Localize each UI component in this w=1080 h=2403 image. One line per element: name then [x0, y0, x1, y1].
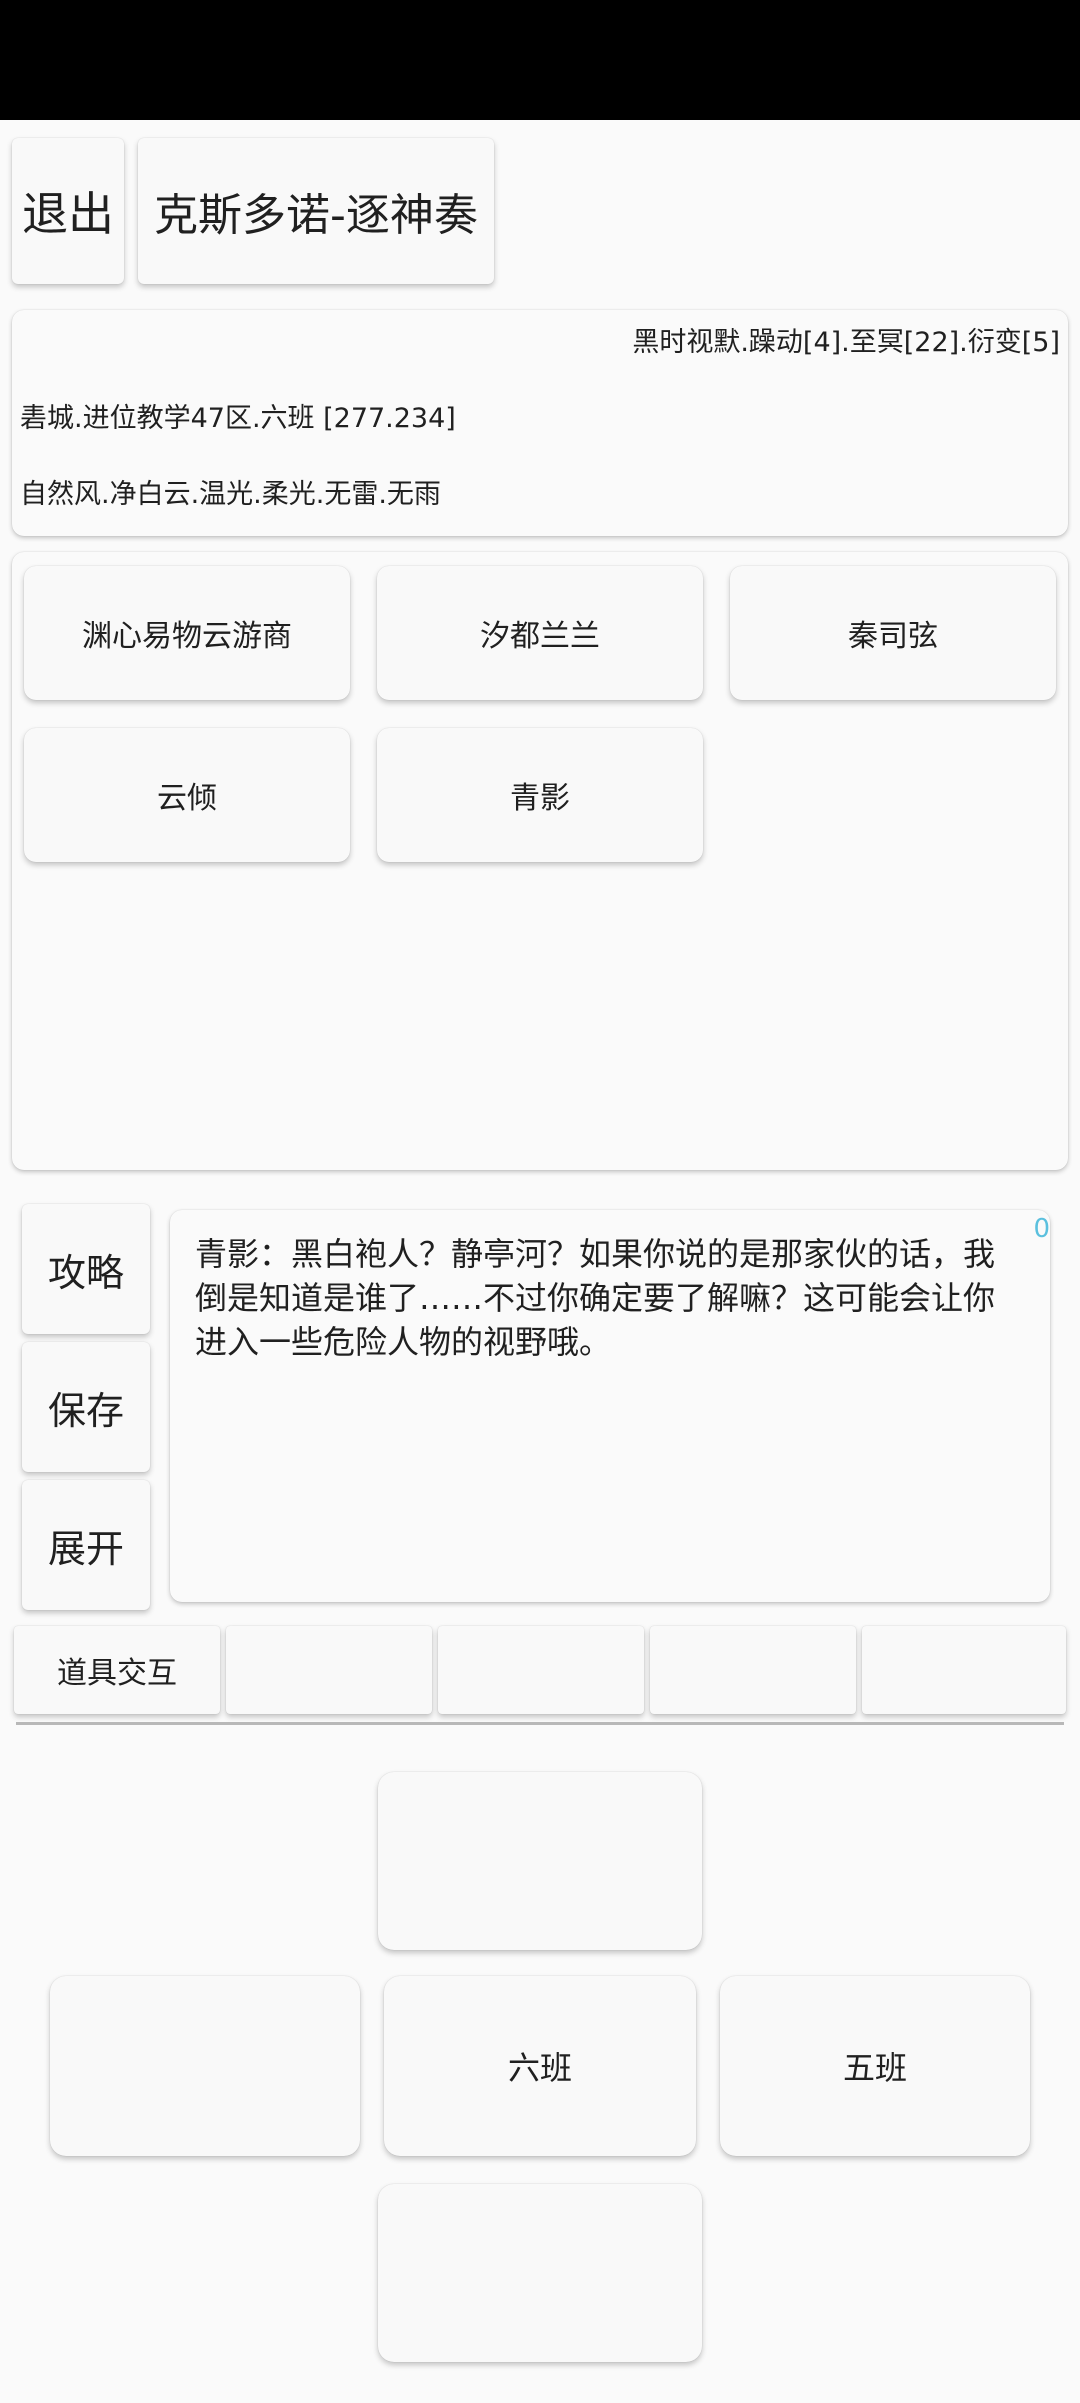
exit-button[interactable]: 退出 [12, 138, 124, 284]
npc-button[interactable]: 云倾 [24, 728, 350, 862]
npc-button[interactable]: 渊心易物云游商 [24, 566, 350, 700]
tool-slot-button[interactable] [650, 1626, 856, 1714]
save-button[interactable]: 保存 [22, 1342, 150, 1472]
dialog-text: 青影：黑白袍人？静亭河？如果你说的是那家伙的话，我倒是知道是谁了……不过你确定要… [195, 1235, 996, 1361]
weather-text: 自然风.净白云.温光.柔光.无雷.无雨 [20, 479, 441, 510]
divider [16, 1722, 1064, 1725]
npc-button[interactable]: 汐都兰兰 [377, 566, 703, 700]
status-bar [0, 0, 1080, 120]
guide-button[interactable]: 攻略 [22, 1204, 150, 1334]
tool-slot-button[interactable] [226, 1626, 432, 1714]
nav-center-button[interactable]: 六班 [384, 1976, 696, 2156]
tool-slot-button[interactable] [438, 1626, 644, 1714]
nav-east-button[interactable]: 五班 [720, 1976, 1030, 2156]
tool-slot-button[interactable] [862, 1626, 1066, 1714]
dialog-counter: 0 [1033, 1214, 1050, 1244]
item-interact-button[interactable]: 道具交互 [14, 1626, 220, 1714]
game-title-button[interactable]: 克斯多诺-逐神奏 [138, 138, 494, 284]
expand-button[interactable]: 展开 [22, 1480, 150, 1610]
npc-button[interactable]: 青影 [377, 728, 703, 862]
app-root: 退出 克斯多诺-逐神奏 黑时视默.躁动[4].至冥[22].衍变[5] 砉城.进… [0, 0, 1080, 2403]
nav-west-button[interactable] [50, 1976, 360, 2156]
nav-south-button[interactable] [378, 2184, 702, 2362]
time-status-text: 黑时视默.躁动[4].至冥[22].衍变[5] [632, 327, 1060, 358]
npc-button[interactable]: 秦司弦 [730, 566, 1056, 700]
location-text: 砉城.进位教学47区.六班 [277.234] [20, 403, 456, 434]
info-panel: 黑时视默.躁动[4].至冥[22].衍变[5] 砉城.进位教学47区.六班 [2… [12, 310, 1068, 536]
nav-north-button[interactable] [378, 1772, 702, 1950]
